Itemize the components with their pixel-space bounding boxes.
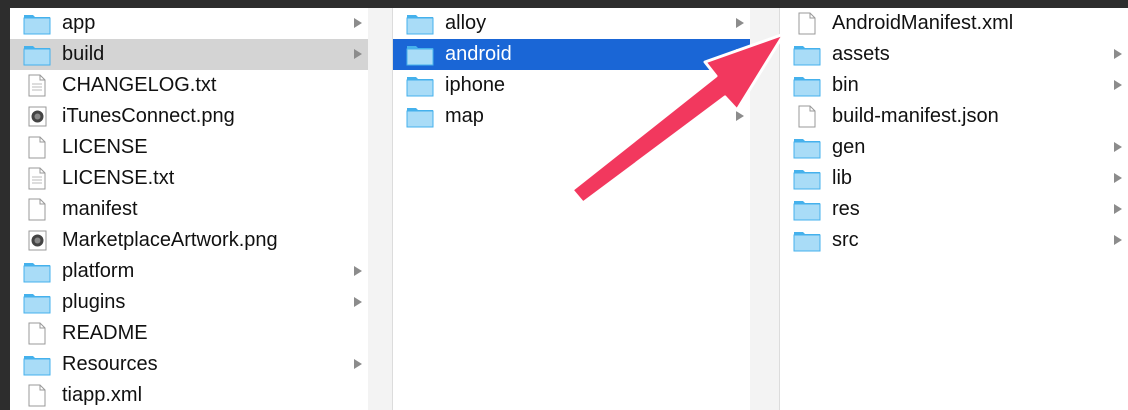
item-label: manifest [62, 198, 138, 220]
folder-icon [23, 260, 51, 283]
text-file-icon [23, 167, 51, 190]
list-item-platform[interactable]: platform [10, 256, 368, 287]
folder-icon [23, 291, 51, 314]
folder-icon [793, 229, 821, 252]
column-build: alloy android iphone map [393, 8, 750, 410]
chevron-right-icon [1114, 49, 1122, 59]
item-label: map [445, 105, 484, 127]
list-item-plugins[interactable]: plugins [10, 287, 368, 318]
chevron-right-icon [1114, 235, 1122, 245]
document-icon [23, 322, 51, 345]
item-label: lib [832, 167, 853, 189]
folder-icon [406, 74, 434, 97]
list-item-itunesconnect-png[interactable]: iTunesConnect.png [10, 101, 368, 132]
item-label: CHANGELOG.txt [62, 74, 217, 96]
chevron-right-icon [1114, 173, 1122, 183]
item-label: AndroidManifest.xml [832, 12, 1014, 34]
document-icon [793, 12, 821, 35]
list-item-android[interactable]: android [393, 39, 750, 70]
folder-icon [23, 43, 51, 66]
chevron-right-icon [1114, 142, 1122, 152]
list-item-gen[interactable]: gen [780, 132, 1128, 163]
image-file-icon [23, 229, 51, 252]
item-label: android [445, 43, 512, 65]
list-item-src[interactable]: src [780, 225, 1128, 256]
chevron-right-icon [354, 266, 362, 276]
chevron-right-icon [1114, 204, 1122, 214]
list-item-license[interactable]: LICENSE [10, 132, 368, 163]
item-label: bin [832, 74, 859, 96]
image-file-icon [23, 105, 51, 128]
folder-icon [406, 43, 434, 66]
list-item-license-txt[interactable]: LICENSE.txt [10, 163, 368, 194]
item-label: README [62, 322, 148, 344]
list-item-iphone[interactable]: iphone [393, 70, 750, 101]
list-item-build-manifest-json[interactable]: build-manifest.json [780, 101, 1128, 132]
column-browser: app build CHANGELOG.txt iTunesConnect.png LI… [10, 8, 1128, 410]
folder-icon [406, 12, 434, 35]
list-item-map[interactable]: map [393, 101, 750, 132]
list-item-lib[interactable]: lib [780, 163, 1128, 194]
folder-icon [793, 43, 821, 66]
folder-icon [793, 136, 821, 159]
item-label: iTunesConnect.png [62, 105, 235, 127]
document-icon [23, 198, 51, 221]
item-label: LICENSE [62, 136, 148, 158]
chevron-right-icon [736, 111, 744, 121]
folder-icon [23, 12, 51, 35]
folder-icon [793, 198, 821, 221]
chevron-right-icon [736, 49, 744, 59]
list-item-bin[interactable]: bin [780, 70, 1128, 101]
item-label: gen [832, 136, 866, 158]
list-item-res[interactable]: res [780, 194, 1128, 225]
list-item-assets[interactable]: assets [780, 39, 1128, 70]
chevron-right-icon [1114, 80, 1122, 90]
column-gutter[interactable] [368, 8, 393, 410]
item-label: build-manifest.json [832, 105, 999, 127]
item-label: Resources [62, 353, 158, 375]
chevron-right-icon [736, 18, 744, 28]
column-android: AndroidManifest.xml assets bin build-manife… [780, 8, 1128, 410]
chevron-right-icon [354, 297, 362, 307]
item-label: src [832, 229, 859, 251]
item-label: res [832, 198, 860, 220]
item-label: LICENSE.txt [62, 167, 175, 189]
chevron-right-icon [354, 49, 362, 59]
list-item-tiapp-xml[interactable]: tiapp.xml [10, 380, 368, 410]
document-icon [23, 384, 51, 407]
list-item-build[interactable]: build [10, 39, 368, 70]
list-item-manifest[interactable]: manifest [10, 194, 368, 225]
item-label: tiapp.xml [62, 384, 143, 406]
item-label: alloy [445, 12, 487, 34]
item-label: MarketplaceArtwork.png [62, 229, 278, 251]
document-icon [793, 105, 821, 128]
folder-icon [793, 74, 821, 97]
text-file-icon [23, 74, 51, 97]
list-item-changelog-txt[interactable]: CHANGELOG.txt [10, 70, 368, 101]
folder-icon [23, 353, 51, 376]
item-label: platform [62, 260, 135, 282]
list-item-androidmanifest-xml[interactable]: AndroidManifest.xml [780, 8, 1128, 39]
folder-icon [406, 105, 434, 128]
item-label: assets [832, 43, 890, 65]
column-project-root: app build CHANGELOG.txt iTunesConnect.png LI… [10, 8, 368, 410]
list-item-readme[interactable]: README [10, 318, 368, 349]
item-label: app [62, 12, 96, 34]
list-item-app[interactable]: app [10, 8, 368, 39]
document-icon [23, 136, 51, 159]
list-item-marketplaceartwork-png[interactable]: MarketplaceArtwork.png [10, 225, 368, 256]
item-label: iphone [445, 74, 506, 96]
list-item-resources[interactable]: Resources [10, 349, 368, 380]
chevron-right-icon [354, 359, 362, 369]
column-gutter[interactable] [750, 8, 780, 410]
item-label: plugins [62, 291, 126, 313]
chevron-right-icon [354, 18, 362, 28]
folder-icon [793, 167, 821, 190]
list-item-alloy[interactable]: alloy [393, 8, 750, 39]
item-label: build [62, 43, 105, 65]
